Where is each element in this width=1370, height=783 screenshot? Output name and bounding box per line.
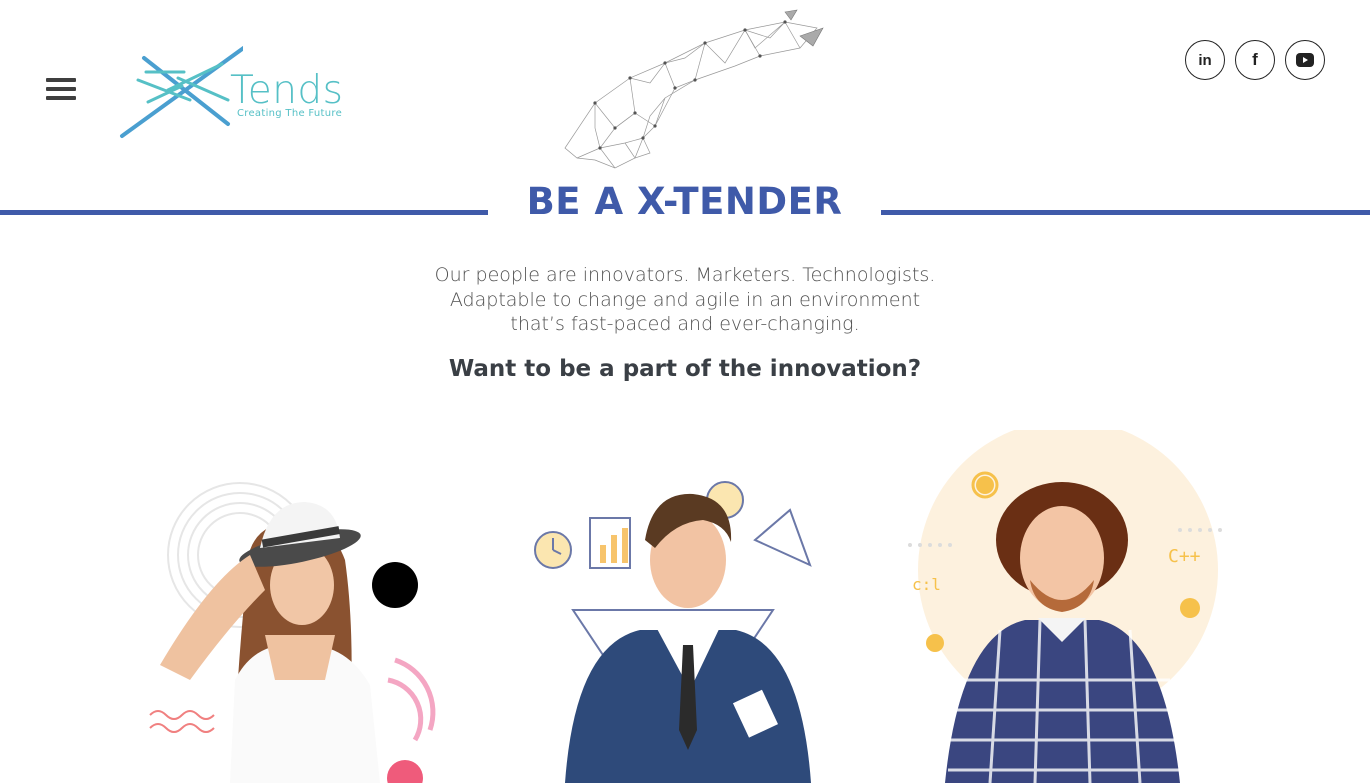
facebook-glyph: f bbox=[1252, 50, 1258, 69]
hamburger-menu-icon[interactable] bbox=[46, 78, 76, 106]
logo-wordmark: Tends bbox=[230, 68, 344, 113]
x-logo-icon bbox=[120, 45, 243, 138]
title-divider-left bbox=[0, 210, 488, 215]
cta-heading: Want to be a part of the innovation? bbox=[448, 356, 922, 382]
intro-line: Adaptable to change and agile in an envi… bbox=[449, 288, 921, 311]
svg-text:C++: C++ bbox=[1168, 546, 1201, 567]
svg-text:c:l: c:l bbox=[912, 575, 941, 594]
site-logo[interactable]: Tends Creating The Future bbox=[118, 40, 358, 142]
logo-tagline: Creating The Future bbox=[237, 108, 343, 119]
linkedin-icon[interactable]: in bbox=[1185, 40, 1225, 80]
title-divider-right bbox=[881, 210, 1370, 215]
linkedin-glyph: in bbox=[1198, 51, 1212, 69]
person-photo-woman bbox=[140, 430, 440, 783]
intro-line: that’s fast-paced and ever-changing. bbox=[510, 313, 860, 335]
youtube-icon[interactable] bbox=[1285, 40, 1325, 80]
person-photo-businessman bbox=[525, 430, 825, 783]
intro-line: Our people are innovators. Marketers. Te… bbox=[434, 264, 936, 286]
person-photo-developer: c:l C++ bbox=[890, 430, 1250, 783]
youtube-play-icon bbox=[1296, 53, 1314, 67]
intro-text: Our people are innovators. Marketers. Te… bbox=[385, 263, 985, 337]
wireframe-hand-icon bbox=[564, 9, 824, 169]
page-title: BE A X-TENDER bbox=[526, 180, 843, 223]
facebook-icon[interactable]: f bbox=[1235, 40, 1275, 80]
